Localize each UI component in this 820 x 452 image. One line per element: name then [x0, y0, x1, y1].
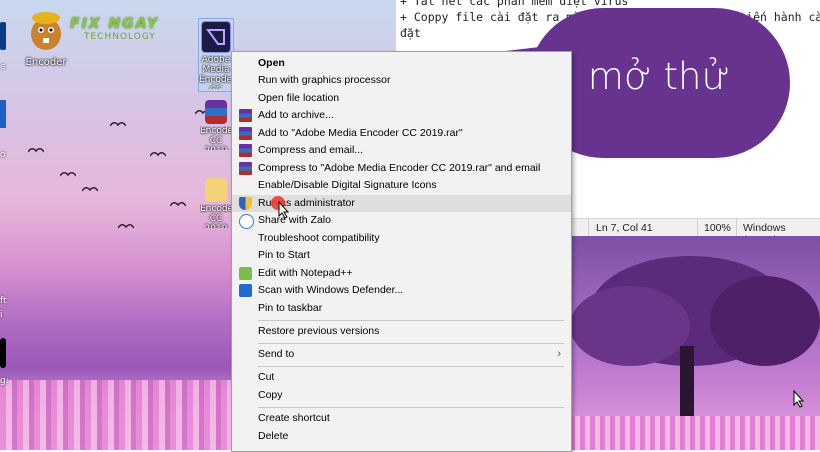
- desktop-icon-rar-archive[interactable]: Encoder CC 2019: [200, 100, 232, 150]
- windows-defender-icon: [239, 284, 252, 297]
- cursor-position: Ln 7, Col 41: [596, 222, 653, 234]
- menu-item-troubleshoot-compatibility[interactable]: Troubleshoot compatibility: [232, 230, 571, 247]
- context-menu: Open Run with graphics processor Open fi…: [231, 51, 572, 452]
- desktop-icon-folder[interactable]: Encoder CC 2019: [200, 178, 232, 228]
- menu-item-delete[interactable]: Delete: [232, 428, 571, 445]
- menu-item-cut[interactable]: Cut: [232, 369, 571, 386]
- bird-silhouette: [110, 120, 126, 128]
- menu-separator: [258, 320, 564, 321]
- adobe-media-encoder-icon: [201, 21, 231, 53]
- desktop-icon-label-fragment: ft: [0, 296, 7, 306]
- bird-silhouette: [28, 146, 44, 154]
- desktop-icon-label-fragment: o: [0, 150, 6, 160]
- desktop-icon-label: Encoder: [25, 57, 67, 68]
- bird-silhouette: [60, 170, 76, 178]
- menu-separator: [258, 343, 564, 344]
- menu-item-open-file-location[interactable]: Open file location: [232, 90, 571, 107]
- uac-shield-icon: [239, 197, 252, 210]
- winrar-icon: [239, 109, 252, 122]
- beaver-mascot-icon: [31, 12, 61, 50]
- menu-item-compress-and-email[interactable]: Compress and email...: [232, 142, 571, 159]
- desktop-icon-label-fragment: i: [0, 310, 3, 320]
- menu-separator: [258, 407, 564, 408]
- winrar-icon: [239, 144, 252, 157]
- desktop-app-icon[interactable]: [0, 338, 6, 368]
- desktop-app-icon[interactable]: [0, 100, 6, 128]
- notepad-status-bar: Ln 7, Col 41 100% Windows (CRLF): [570, 218, 820, 246]
- desktop-app-icon[interactable]: [0, 22, 6, 50]
- mouse-cursor-icon: [278, 201, 290, 219]
- text-line: + Tắt hết các phần mềm diệt virus: [400, 0, 629, 8]
- bird-silhouette: [118, 222, 134, 230]
- notepadpp-icon: [239, 267, 252, 280]
- menu-item-copy[interactable]: Copy: [232, 387, 571, 404]
- menu-item-digital-signature-icons[interactable]: Enable/Disable Digital Signature Icons: [232, 177, 571, 194]
- zalo-icon: [239, 214, 254, 229]
- menu-separator: [258, 366, 564, 367]
- menu-item-send-to[interactable]: Send to ›: [232, 346, 571, 363]
- menu-item-create-shortcut[interactable]: Create shortcut: [232, 410, 571, 427]
- winrar-icon: [239, 127, 252, 140]
- logo-title: FIX NGAY: [70, 16, 160, 32]
- file-icon: [205, 178, 227, 202]
- menu-item-open[interactable]: Open: [232, 55, 571, 72]
- desktop-icon-label: Encoder CC 2019: [200, 204, 232, 228]
- fixngay-logo: FIX NGAY TECHNOLOGY: [70, 16, 190, 42]
- menu-item-add-to-rar[interactable]: Add to "Adobe Media Encoder CC 2019.rar": [232, 125, 571, 142]
- desktop-icon-label: Adobe Media Encoder CC 2019: [199, 55, 233, 89]
- menu-item-pin-to-taskbar[interactable]: Pin to taskbar: [232, 300, 571, 317]
- desktop-icon-label-fragment: e: [0, 62, 6, 72]
- zoom-level: 100%: [704, 222, 731, 234]
- menu-item-run-with-graphics-processor[interactable]: Run with graphics processor: [232, 72, 571, 89]
- wallpaper-tree: [570, 236, 820, 450]
- winrar-icon: [205, 100, 227, 124]
- menu-item-restore-previous-versions[interactable]: Restore previous versions: [232, 323, 571, 340]
- desktop-icon-label-fragment: g:: [0, 376, 9, 386]
- bird-silhouette: [82, 185, 98, 193]
- winrar-icon: [239, 162, 252, 175]
- desktop-icon-encoder[interactable]: Encoder: [18, 8, 74, 68]
- bird-silhouette: [150, 150, 166, 158]
- menu-item-compress-to-rar-and-email[interactable]: Compress to "Adobe Media Encoder CC 2019…: [232, 160, 571, 177]
- menu-item-edit-with-notepadpp[interactable]: Edit with Notepad++: [232, 265, 571, 282]
- logo-subtitle: TECHNOLOGY: [84, 32, 156, 42]
- desktop-icon-adobe-media-encoder[interactable]: Adobe Media Encoder CC 2019: [198, 18, 234, 92]
- mouse-cursor-icon: [793, 390, 805, 408]
- desktop-icon-label: Encoder CC 2019: [200, 126, 232, 150]
- menu-item-scan-with-windows-defender[interactable]: Scan with Windows Defender...: [232, 282, 571, 299]
- menu-item-pin-to-start[interactable]: Pin to Start: [232, 247, 571, 264]
- menu-item-add-to-archive[interactable]: Add to archive...: [232, 107, 571, 124]
- chevron-right-icon: ›: [557, 348, 561, 360]
- bird-silhouette: [170, 200, 186, 208]
